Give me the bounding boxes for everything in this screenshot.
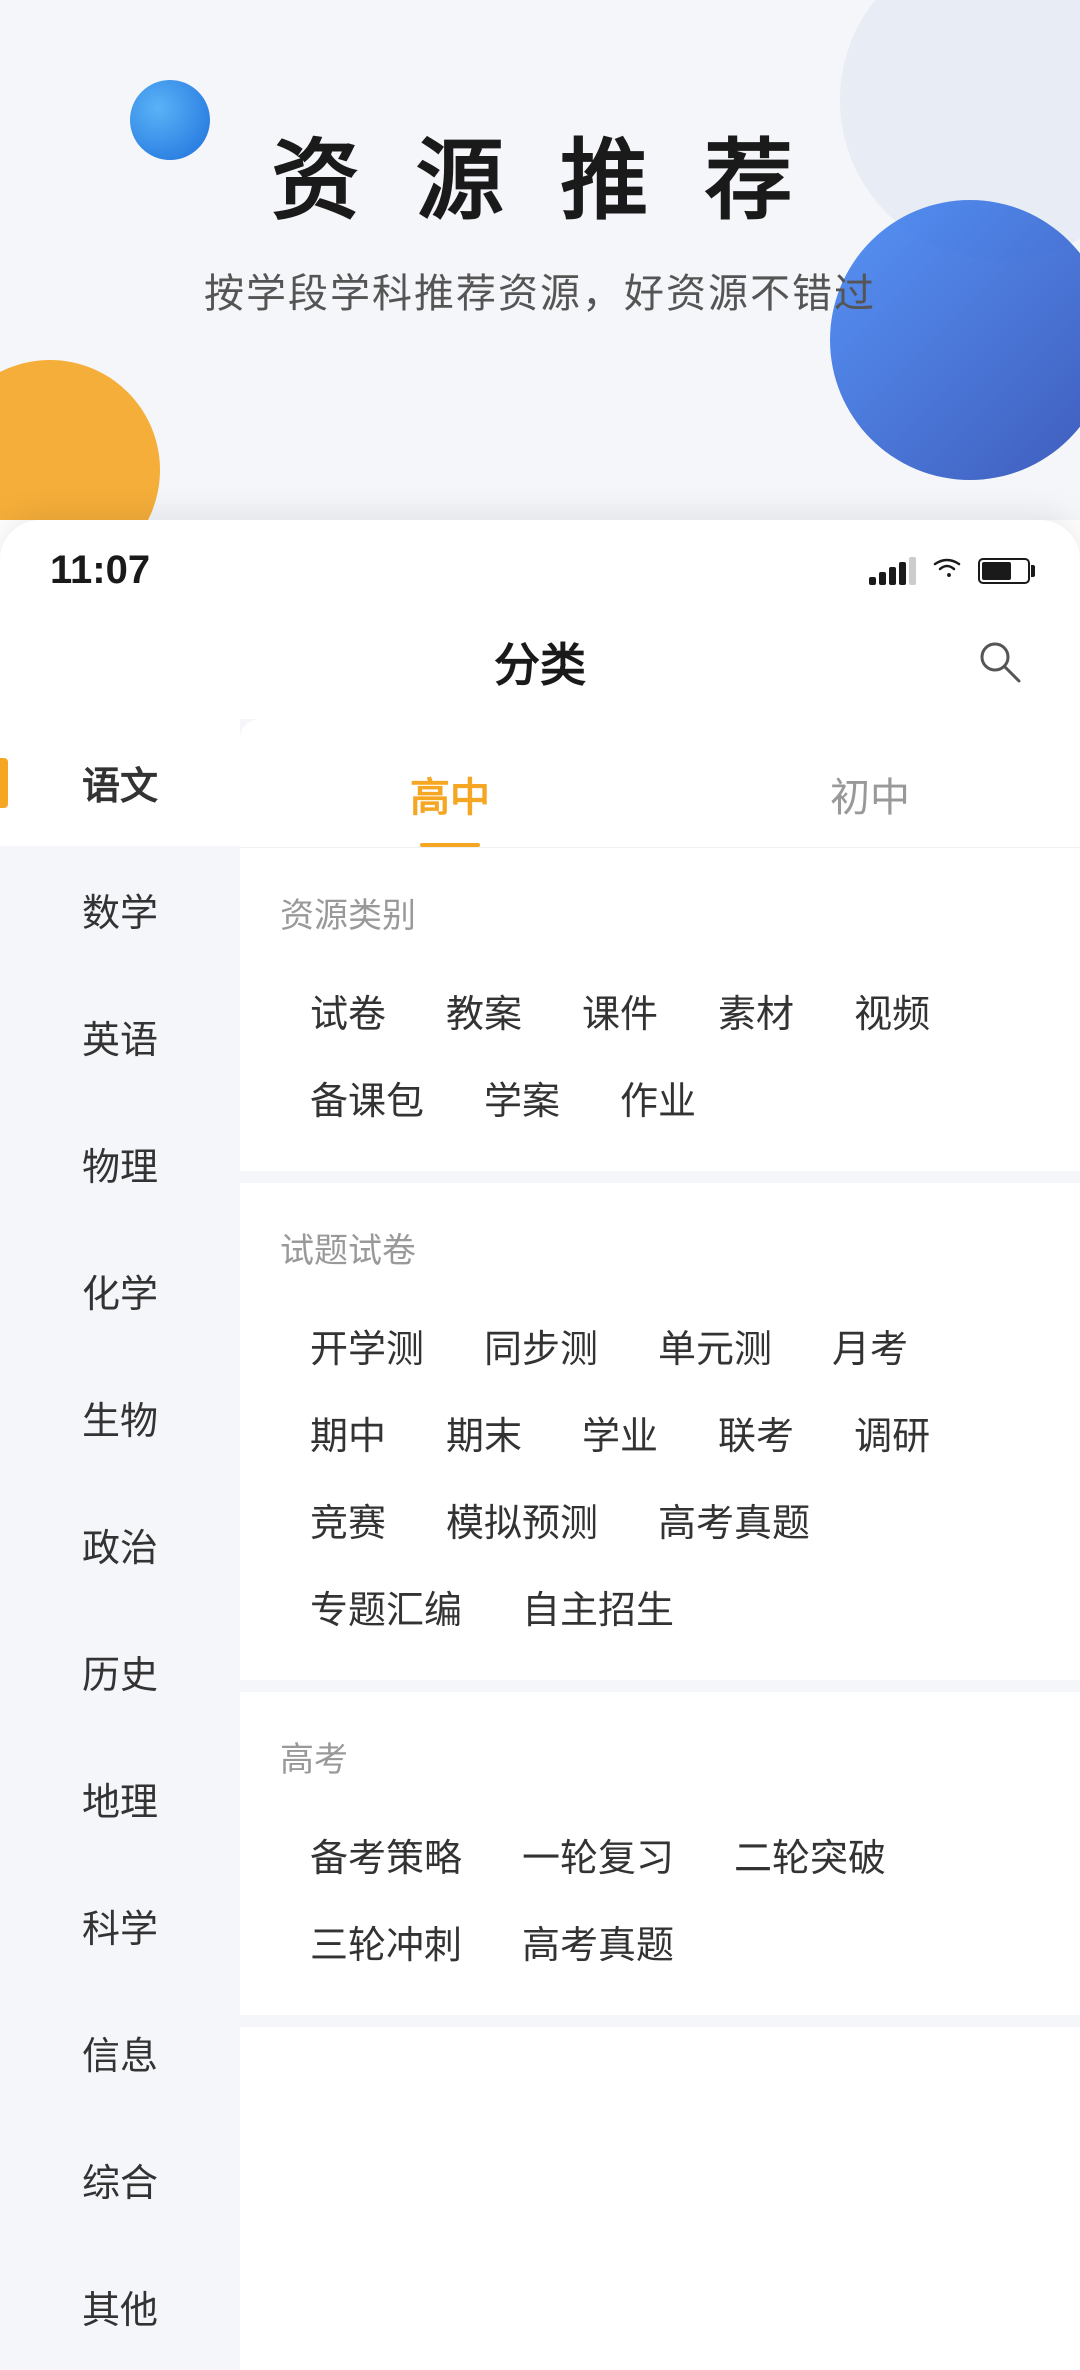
tag-zhuantibianbian[interactable]: 专题汇编	[280, 1563, 492, 1650]
tag-grid-gaokao: 备考策略 一轮复习 二轮突破 三轮冲刺 高考真题	[280, 1811, 1040, 1985]
sidebar-item-shuxue[interactable]: 数学	[0, 846, 240, 973]
tag-tongbuce[interactable]: 同步测	[454, 1302, 628, 1389]
hero-section: 资 源 推 荐 按学段学科推荐资源，好资源不错过	[0, 0, 1080, 520]
tag-beikaocelue[interactable]: 备考策略	[280, 1811, 492, 1898]
sidebar-item-lishi[interactable]: 历史	[0, 1608, 240, 1735]
grade-tabs: 高中 初中	[240, 719, 1080, 848]
top-bar: 分类	[0, 609, 1080, 719]
tag-diaoyan[interactable]: 调研	[824, 1389, 960, 1476]
tag-grid-exam: 开学测 同步测 单元测 月考 期中 期末 学业 联考 调研 竞赛 模拟预测 高考…	[280, 1302, 1040, 1650]
tag-qizhong[interactable]: 期中	[280, 1389, 416, 1476]
tag-yuekao[interactable]: 月考	[802, 1302, 938, 1389]
tag-zizhuzhaosheng[interactable]: 自主招生	[492, 1563, 704, 1650]
section-resource-type: 资源类别 试卷 教案 课件 素材 视频 备课包 学案 作业	[240, 848, 1080, 1183]
main-panel: 高中 初中 资源类别 试卷 教案 课件 素材 视频 备课包 学案 作业	[240, 719, 1080, 2370]
battery-icon	[978, 558, 1030, 584]
tag-kejian[interactable]: 课件	[552, 967, 688, 1054]
tag-sucai[interactable]: 素材	[688, 967, 824, 1054]
section-gaokao: 高考 备考策略 一轮复习 二轮突破 三轮冲刺 高考真题	[240, 1692, 1080, 2027]
tag-shipin[interactable]: 视频	[824, 967, 960, 1054]
tab-gaozhong[interactable]: 高中	[240, 749, 660, 847]
tag-gaokaozhenti[interactable]: 高考真题	[628, 1476, 840, 1563]
tag-kaixuece[interactable]: 开学测	[280, 1302, 454, 1389]
status-icons	[869, 554, 1030, 588]
sidebar-item-kexue[interactable]: 科学	[0, 1862, 240, 1989]
page-title: 分类	[494, 629, 586, 695]
hero-subtitle: 按学段学科推荐资源，好资源不错过	[204, 261, 876, 319]
section-title-gaokao: 高考	[280, 1732, 1040, 1781]
signal-bar-2	[879, 572, 886, 585]
sidebar: 语文 数学 英语 物理 化学 生物 政治 历史 地理 科学 信息 综合 其他	[0, 719, 240, 2370]
signal-bar-5	[909, 557, 916, 585]
tag-sanlunchongci[interactable]: 三轮冲刺	[280, 1898, 492, 1985]
tab-chuzhong[interactable]: 初中	[660, 749, 1080, 847]
tag-qimo[interactable]: 期末	[416, 1389, 552, 1476]
tag-jiaoan[interactable]: 教案	[416, 967, 552, 1054]
tag-erluntupuo[interactable]: 二轮突破	[704, 1811, 916, 1898]
sidebar-item-dili[interactable]: 地理	[0, 1735, 240, 1862]
phone-frame: 11:07 分类	[0, 520, 1080, 2370]
signal-icon	[869, 557, 916, 585]
tag-beikebao[interactable]: 备课包	[280, 1054, 454, 1141]
sidebar-item-wuli[interactable]: 物理	[0, 1100, 240, 1227]
section-exam: 试题试卷 开学测 同步测 单元测 月考 期中 期末 学业 联考 调研 竞赛 模拟…	[240, 1183, 1080, 1692]
hero-title: 资 源 推 荐	[271, 110, 808, 237]
tag-shijuan[interactable]: 试卷	[280, 967, 416, 1054]
tag-xuean[interactable]: 学案	[454, 1054, 590, 1141]
tag-zuoye[interactable]: 作业	[590, 1054, 726, 1141]
tag-gaokaozhenti2[interactable]: 高考真题	[492, 1898, 704, 1985]
battery-fill	[982, 562, 1011, 580]
section-title-exam: 试题试卷	[280, 1223, 1040, 1272]
sidebar-item-yuwen[interactable]: 语文	[0, 719, 240, 846]
sidebar-item-zhengzhi[interactable]: 政治	[0, 1481, 240, 1608]
signal-bar-1	[869, 577, 876, 585]
section-title-resource-type: 资源类别	[280, 888, 1040, 937]
content-area: 语文 数学 英语 物理 化学 生物 政治 历史 地理 科学 信息 综合 其他 高…	[0, 719, 1080, 2370]
sidebar-item-huaxue[interactable]: 化学	[0, 1227, 240, 1354]
signal-bar-4	[899, 562, 906, 585]
sidebar-item-yingyu[interactable]: 英语	[0, 973, 240, 1100]
status-bar: 11:07	[0, 520, 1080, 609]
tag-grid-resource-type: 试卷 教案 课件 素材 视频 备课包 学案 作业	[280, 967, 1040, 1141]
sidebar-item-qita[interactable]: 其他	[0, 2243, 240, 2370]
sidebar-item-shengwu[interactable]: 生物	[0, 1354, 240, 1481]
sidebar-item-zonghe[interactable]: 综合	[0, 2116, 240, 2243]
tag-jingsai[interactable]: 竞赛	[280, 1476, 416, 1563]
tag-xueye[interactable]: 学业	[552, 1389, 688, 1476]
tag-yilunfuxi[interactable]: 一轮复习	[492, 1811, 704, 1898]
tag-danyuance[interactable]: 单元测	[628, 1302, 802, 1389]
tag-moniYuce[interactable]: 模拟预测	[416, 1476, 628, 1563]
wifi-icon	[930, 554, 964, 588]
sidebar-item-xinxi[interactable]: 信息	[0, 1989, 240, 2116]
tag-liankao[interactable]: 联考	[688, 1389, 824, 1476]
search-button[interactable]	[970, 632, 1030, 692]
hero-bg-circle-left	[0, 360, 160, 520]
hero-content: 资 源 推 荐 按学段学科推荐资源，好资源不错过	[0, 50, 1080, 319]
status-time: 11:07	[50, 548, 150, 593]
signal-bar-3	[889, 567, 896, 585]
